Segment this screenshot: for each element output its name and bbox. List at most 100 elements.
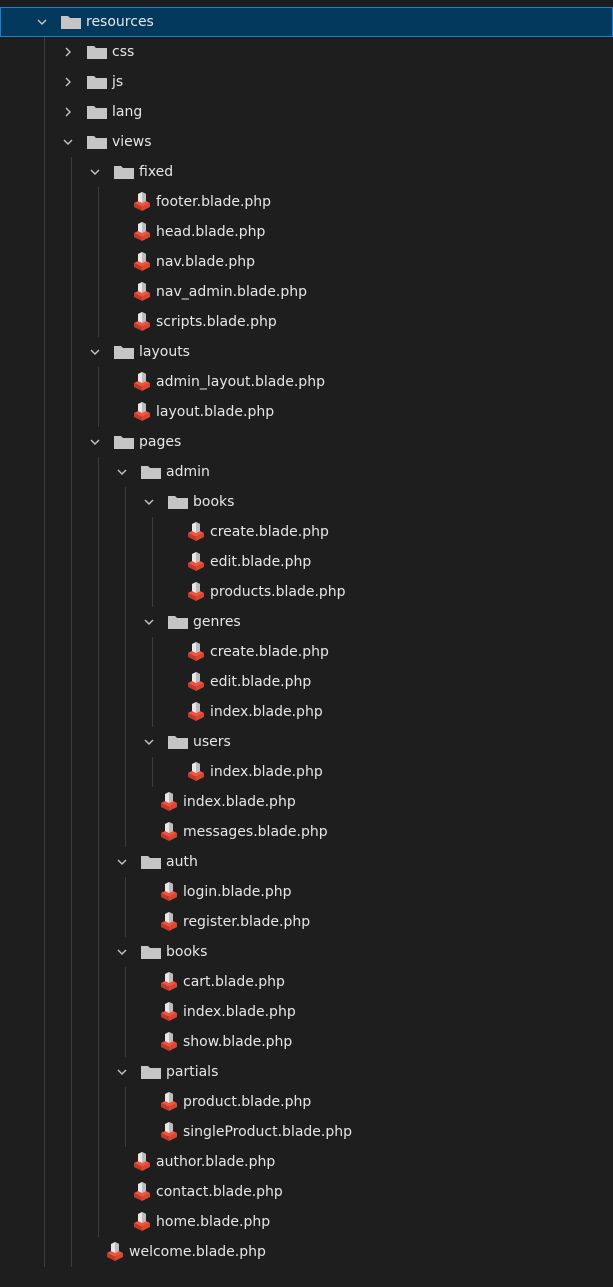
chevron-down-icon[interactable]	[140, 727, 158, 757]
tree-file-head-blade-php[interactable]: head.blade.php	[0, 217, 613, 247]
indent-guide	[98, 547, 99, 577]
tree-file-index-blade-php[interactable]: index.blade.php	[0, 787, 613, 817]
tree-file-show-blade-php[interactable]: show.blade.php	[0, 1027, 613, 1057]
indent-guide	[44, 67, 45, 97]
indent-guide	[44, 127, 45, 157]
tree-file-index-blade-php[interactable]: index.blade.php	[0, 697, 613, 727]
indent-guide	[98, 517, 99, 547]
tree-folder-layouts[interactable]: layouts	[0, 337, 613, 367]
tree-file-login-blade-php[interactable]: login.blade.php	[0, 877, 613, 907]
indent-guide	[44, 457, 45, 487]
indent-guide	[98, 277, 99, 307]
indent-guide	[71, 637, 72, 667]
tree-file-edit-blade-php[interactable]: edit.blade.php	[0, 547, 613, 577]
folder-icon	[141, 1057, 161, 1087]
tree-folder-books[interactable]: books	[0, 937, 613, 967]
tree-file-messages-blade-php[interactable]: messages.blade.php	[0, 817, 613, 847]
tree-file-create-blade-php[interactable]: create.blade.php	[0, 517, 613, 547]
tree-item-label: contact.blade.php	[156, 1184, 283, 1200]
folder-icon	[87, 67, 107, 97]
tree-folder-partials[interactable]: partials	[0, 1057, 613, 1087]
tree-file-index-blade-php[interactable]: index.blade.php	[0, 757, 613, 787]
indent-guide	[152, 637, 153, 667]
tree-folder-genres[interactable]: genres	[0, 607, 613, 637]
indent-guide	[44, 247, 45, 277]
indent-guide	[98, 667, 99, 697]
tree-file-welcome-blade-php[interactable]: welcome.blade.php	[0, 1237, 613, 1267]
indent-guide	[44, 607, 45, 637]
tree-file-edit-blade-php[interactable]: edit.blade.php	[0, 667, 613, 697]
indent-guide	[71, 487, 72, 517]
tree-file-cart-blade-php[interactable]: cart.blade.php	[0, 967, 613, 997]
tree-file-layout-blade-php[interactable]: layout.blade.php	[0, 397, 613, 427]
tree-folder-admin[interactable]: admin	[0, 457, 613, 487]
chevron-down-icon[interactable]	[33, 7, 51, 37]
indent-guide	[44, 637, 45, 667]
indent-guide	[44, 427, 45, 457]
tree-file-scripts-blade-php[interactable]: scripts.blade.php	[0, 307, 613, 337]
tree-folder-views[interactable]: views	[0, 127, 613, 157]
tree-folder-css[interactable]: css	[0, 37, 613, 67]
indent-guide	[44, 217, 45, 247]
indent-guide	[71, 517, 72, 547]
indent-guide	[71, 367, 72, 397]
tree-file-singleproduct-blade-php[interactable]: singleProduct.blade.php	[0, 1117, 613, 1147]
chevron-down-icon[interactable]	[113, 847, 131, 877]
tree-item-label: books	[193, 494, 235, 510]
tree-folder-fixed[interactable]: fixed	[0, 157, 613, 187]
folder-icon	[114, 427, 134, 457]
indent-guide	[44, 97, 45, 127]
chevron-down-icon[interactable]	[59, 127, 77, 157]
tree-item-label: product.blade.php	[183, 1094, 312, 1110]
chevron-down-icon[interactable]	[86, 157, 104, 187]
tree-folder-lang[interactable]: lang	[0, 97, 613, 127]
chevron-right-icon[interactable]	[59, 97, 77, 127]
tree-folder-js[interactable]: js	[0, 67, 613, 97]
chevron-down-icon[interactable]	[140, 607, 158, 637]
chevron-down-icon[interactable]	[140, 487, 158, 517]
indent-guide	[152, 697, 153, 727]
tree-file-products-blade-php[interactable]: products.blade.php	[0, 577, 613, 607]
tree-file-nav-blade-php[interactable]: nav.blade.php	[0, 247, 613, 277]
tree-file-footer-blade-php[interactable]: footer.blade.php	[0, 187, 613, 217]
tree-file-nav-admin-blade-php[interactable]: nav_admin.blade.php	[0, 277, 613, 307]
indent-guide	[44, 817, 45, 847]
laravel-blade-file-icon	[159, 877, 179, 907]
indent-guide	[98, 817, 99, 847]
tree-file-product-blade-php[interactable]: product.blade.php	[0, 1087, 613, 1117]
tree-folder-resources[interactable]: resources	[0, 7, 613, 37]
chevron-right-icon[interactable]	[59, 37, 77, 67]
tree-file-author-blade-php[interactable]: author.blade.php	[0, 1147, 613, 1177]
laravel-blade-file-icon	[159, 967, 179, 997]
tree-folder-auth[interactable]: auth	[0, 847, 613, 877]
chevron-down-icon[interactable]	[86, 427, 104, 457]
indent-guide	[71, 337, 72, 367]
tree-file-index-blade-php[interactable]: index.blade.php	[0, 997, 613, 1027]
tree-file-contact-blade-php[interactable]: contact.blade.php	[0, 1177, 613, 1207]
tree-folder-users[interactable]: users	[0, 727, 613, 757]
indent-guide	[125, 877, 126, 907]
tree-item-label: partials	[166, 1064, 219, 1080]
indent-guide	[125, 517, 126, 547]
indent-guide	[98, 457, 99, 487]
tree-item-label: products.blade.php	[210, 584, 346, 600]
tree-folder-pages[interactable]: pages	[0, 427, 613, 457]
chevron-down-icon[interactable]	[113, 1057, 131, 1087]
indent-guide	[44, 517, 45, 547]
chevron-down-icon[interactable]	[86, 337, 104, 367]
indent-guide	[44, 697, 45, 727]
tree-file-create-blade-php[interactable]: create.blade.php	[0, 637, 613, 667]
tree-file-home-blade-php[interactable]: home.blade.php	[0, 1207, 613, 1237]
chevron-down-icon[interactable]	[113, 457, 131, 487]
tree-item-label: resources	[86, 14, 154, 30]
tree-item-label: create.blade.php	[210, 524, 329, 540]
tree-folder-books[interactable]: books	[0, 487, 613, 517]
tree-file-register-blade-php[interactable]: register.blade.php	[0, 907, 613, 937]
indent-guide	[44, 1147, 45, 1177]
chevron-down-icon[interactable]	[113, 937, 131, 967]
indent-guide	[44, 577, 45, 607]
laravel-blade-file-icon	[186, 547, 206, 577]
chevron-right-icon[interactable]	[59, 67, 77, 97]
indent-guide	[44, 1237, 45, 1267]
tree-file-admin-layout-blade-php[interactable]: admin_layout.blade.php	[0, 367, 613, 397]
